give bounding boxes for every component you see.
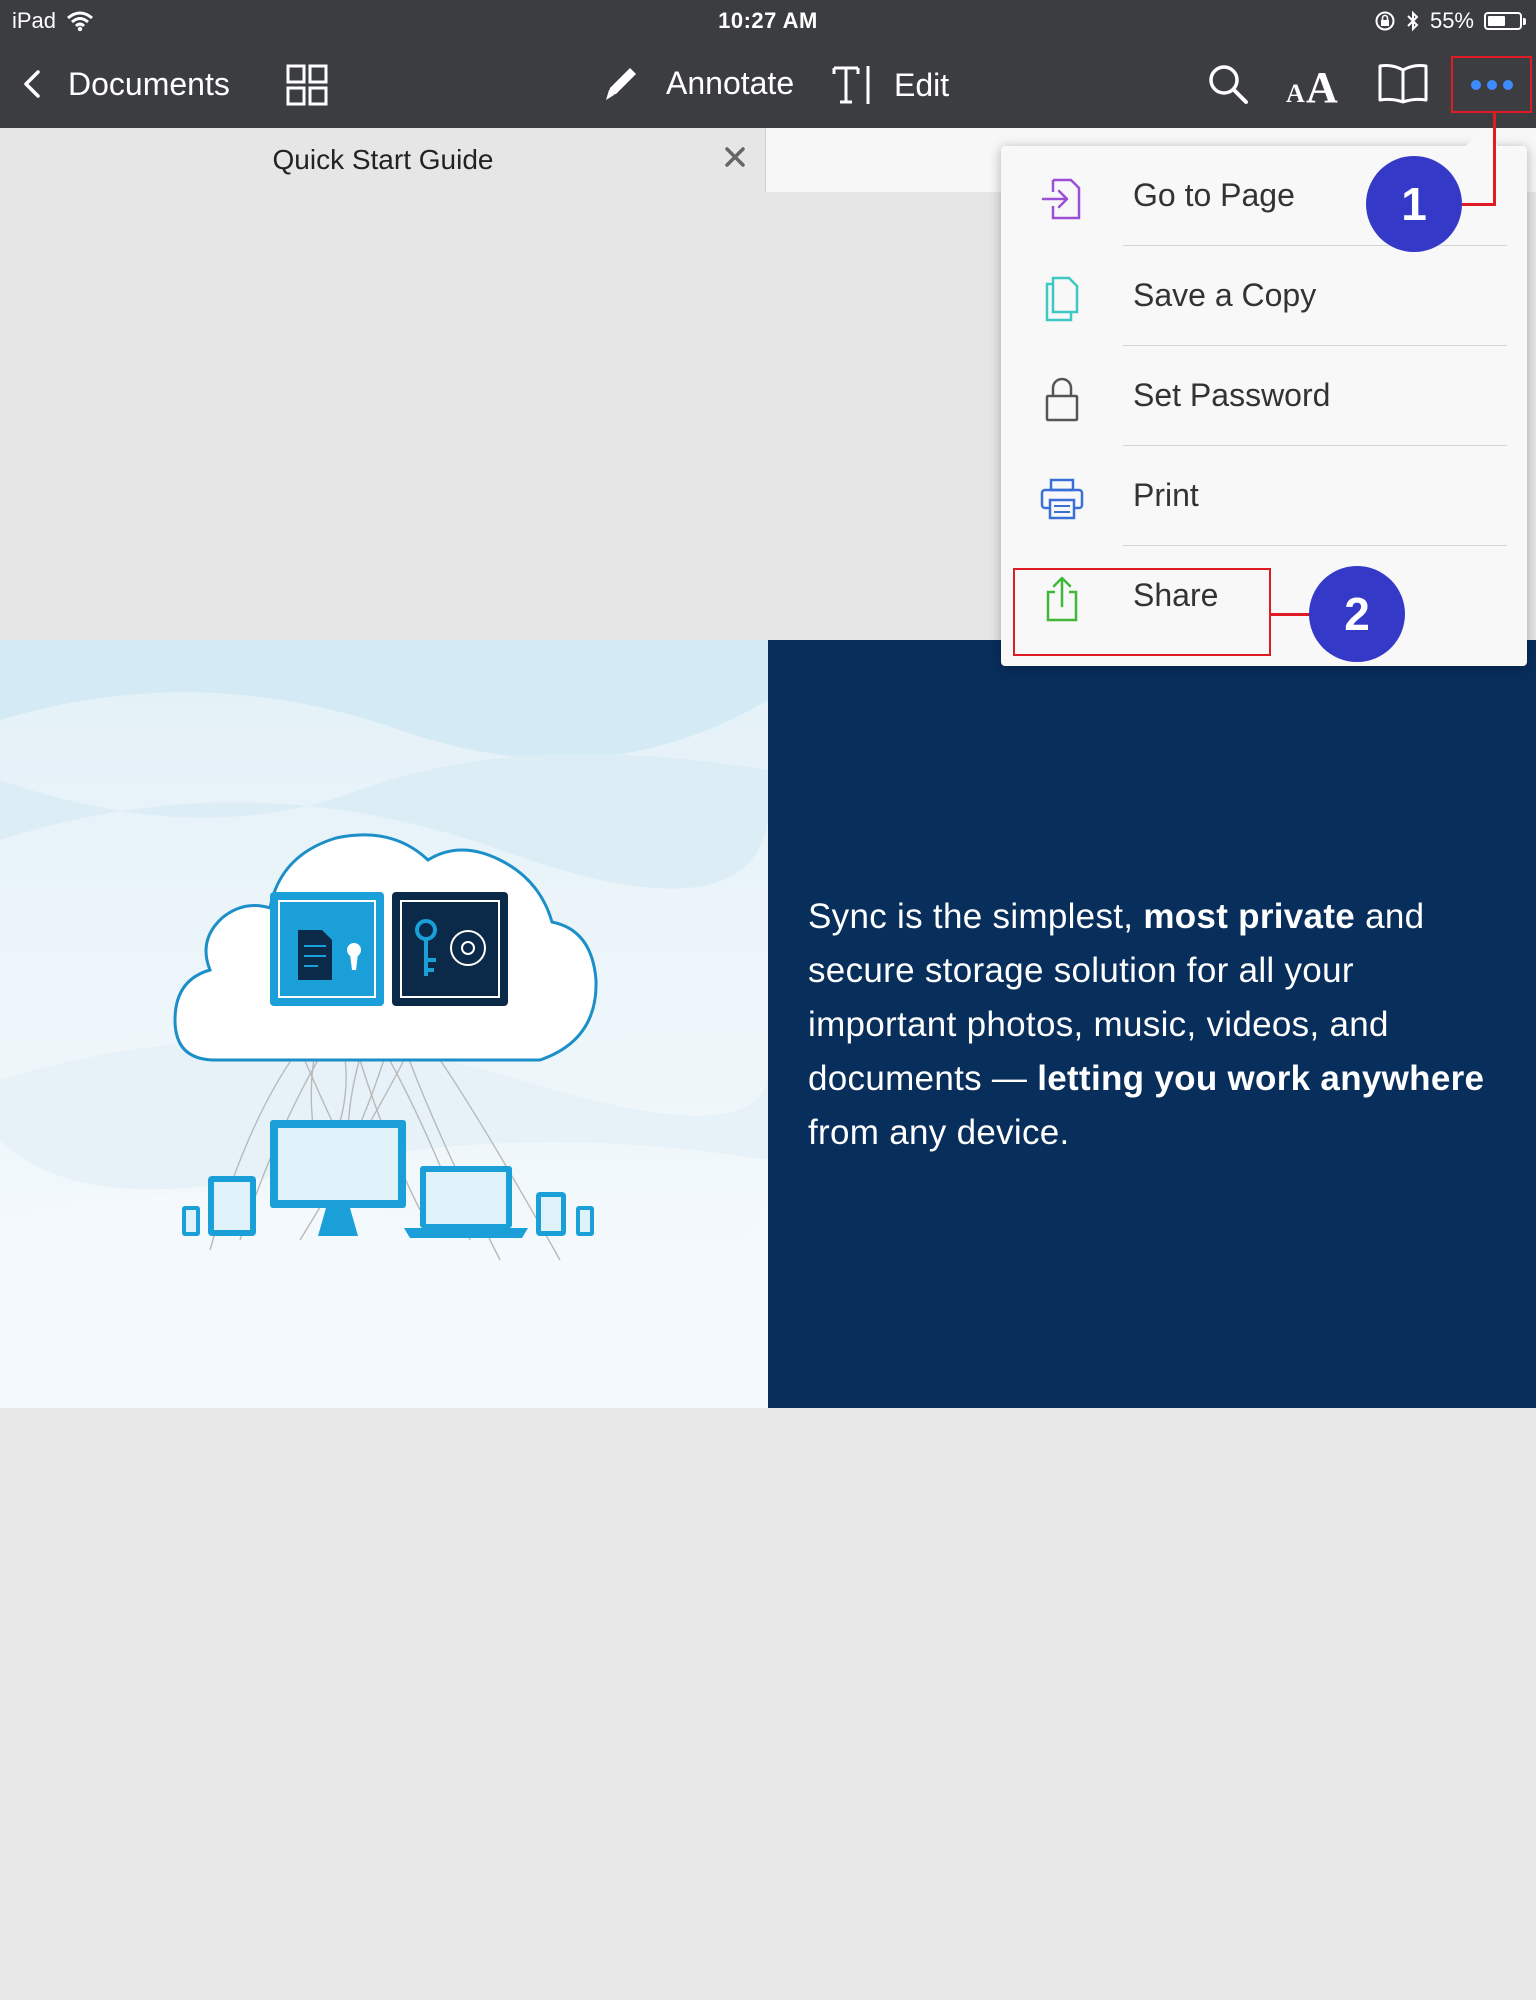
menu-item-save-a-copy[interactable]: Save a Copy bbox=[1001, 246, 1527, 346]
step-badge-2: 2 bbox=[1309, 566, 1405, 662]
book-icon[interactable] bbox=[1376, 62, 1430, 106]
search-icon[interactable] bbox=[1206, 62, 1250, 106]
annotation-connector-2 bbox=[1271, 613, 1311, 616]
text-size-icon[interactable]: A A bbox=[1284, 60, 1346, 108]
cloud-sync-illustration bbox=[0, 640, 768, 1408]
document-page-area-bottom bbox=[0, 1408, 1536, 2000]
hero-description: Sync is the simplest, most private and s… bbox=[808, 890, 1508, 1160]
annotate-label: Annotate bbox=[666, 64, 795, 101]
thumbnails-grid-icon[interactable] bbox=[286, 64, 328, 106]
menu-item-label: Print bbox=[1133, 477, 1199, 513]
battery-icon bbox=[1484, 12, 1526, 30]
edit-button[interactable]: Edit bbox=[830, 62, 949, 108]
svg-text:A: A bbox=[1286, 79, 1305, 108]
lock-icon bbox=[1045, 377, 1079, 422]
text-edit-icon bbox=[832, 66, 870, 104]
tab-title: Quick Start Guide bbox=[272, 144, 494, 175]
annotation-highlight-more-button bbox=[1451, 56, 1532, 113]
status-right: 55% bbox=[1374, 8, 1526, 34]
bluetooth-icon bbox=[1407, 10, 1419, 32]
chevron-left-icon bbox=[24, 70, 40, 98]
status-time: 10:27 AM bbox=[718, 8, 818, 33]
battery-percent: 55% bbox=[1429, 8, 1474, 33]
step-badge-1: 1 bbox=[1366, 156, 1462, 252]
hero-text-emphasis-1: most private bbox=[1143, 897, 1356, 936]
document-hero: Sync is the simplest, most private and s… bbox=[0, 640, 1536, 1408]
battery-fill bbox=[1488, 16, 1505, 26]
go-to-page-icon bbox=[1041, 178, 1081, 220]
pencil-icon bbox=[606, 68, 636, 100]
menu-item-label: Go to Page bbox=[1133, 177, 1295, 213]
annotation-connector-1b bbox=[1462, 203, 1496, 206]
toolbar: Documents Annotate Edit A A bbox=[0, 42, 1536, 128]
hero-text-part-3: from any device. bbox=[808, 1113, 1070, 1152]
back-button[interactable]: Documents bbox=[18, 64, 230, 104]
back-label: Documents bbox=[68, 65, 230, 102]
close-icon[interactable] bbox=[720, 142, 750, 172]
tab-quick-start-guide[interactable]: Quick Start Guide bbox=[0, 128, 766, 192]
rotation-lock-icon bbox=[1375, 11, 1395, 31]
hero-text-panel: Sync is the simplest, most private and s… bbox=[768, 640, 1536, 1408]
menu-item-label: Set Password bbox=[1133, 377, 1331, 413]
svg-text:A: A bbox=[1306, 63, 1338, 108]
hero-text-part-1: Sync is the simplest, bbox=[808, 897, 1144, 936]
status-bar: iPad 10:27 AM 55% bbox=[0, 0, 1536, 42]
hero-text-emphasis-2: letting you work anywhere bbox=[1037, 1059, 1485, 1098]
annotate-button[interactable]: Annotate bbox=[600, 62, 794, 104]
annotation-connector-1 bbox=[1493, 113, 1496, 206]
edit-label: Edit bbox=[894, 66, 950, 103]
annotation-highlight-share bbox=[1013, 568, 1271, 656]
hero-illustration bbox=[0, 640, 768, 1408]
copy-icon bbox=[1045, 276, 1079, 322]
menu-item-set-password[interactable]: Set Password bbox=[1001, 346, 1527, 446]
menu-item-label: Save a Copy bbox=[1133, 277, 1317, 313]
menu-item-print[interactable]: Print bbox=[1001, 446, 1527, 546]
printer-icon bbox=[1040, 478, 1084, 520]
